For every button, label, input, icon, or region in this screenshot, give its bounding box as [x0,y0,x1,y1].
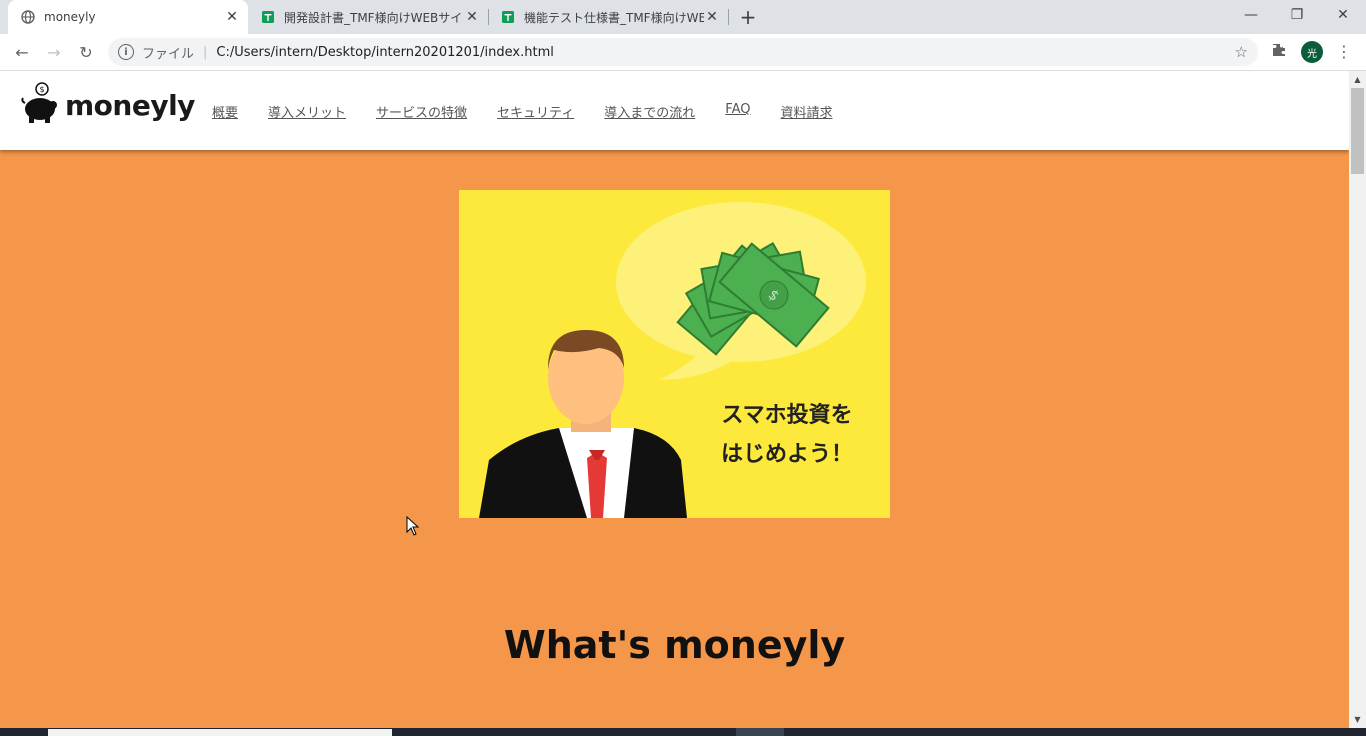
nav-link-benefits[interactable]: 導入メリット [268,102,346,121]
hero-image: $ スマホ投資を はじめよう！ [459,190,890,518]
svg-text:$: $ [39,85,44,94]
globe-icon [20,9,36,25]
tab-moneyly[interactable]: moneyly ✕ [8,0,248,34]
tab-title: moneyly [44,10,96,24]
hero-caption-line1: スマホ投資を [721,402,852,428]
extensions-icon[interactable] [1271,42,1287,62]
browser-tab-strip: moneyly ✕ 開発設計書_TMF様向けWEBサイト ✕ 機能テスト仕様書_… [0,0,1366,34]
scroll-down-arrow-icon[interactable]: ▼ [1349,711,1366,728]
nav-link-features[interactable]: サービスの特徴 [376,102,467,121]
close-icon[interactable]: ✕ [704,9,720,25]
reload-button[interactable]: ↻ [72,38,100,66]
nav-link-overview[interactable]: 概要 [212,102,238,121]
tab-title: 開発設計書_TMF様向けWEBサイト [284,10,464,25]
info-icon[interactable]: i [118,44,134,60]
tab-title: 機能テスト仕様書_TMF様向けWEB [524,10,704,25]
mouse-cursor-icon [406,515,420,540]
site-logo[interactable]: $ moneyly [21,81,195,129]
forward-button[interactable]: → [40,38,68,66]
piggy-bank-icon: $ [21,81,61,129]
os-taskbar [0,728,1366,736]
main-nav: 概要 導入メリット サービスの特徴 セキュリティ 導入までの流れ FAQ 資料請… [212,102,863,121]
sheets-icon [260,9,276,25]
minimize-button[interactable]: — [1228,0,1274,30]
sheets-icon [500,9,516,25]
divider: | [203,44,208,60]
window-close-button[interactable]: ✕ [1320,0,1366,30]
url-text[interactable]: C:/Users/intern/Desktop/intern20201201/i… [216,45,553,60]
close-icon[interactable]: ✕ [224,9,240,25]
close-icon[interactable]: ✕ [464,9,480,25]
page-scrollbar[interactable]: ▲ ▼ [1349,71,1366,728]
hero-caption-line2: はじめよう！ [721,442,853,467]
nav-link-security[interactable]: セキュリティ [497,102,574,121]
browser-toolbar: ← → ↻ i ファイル | C:/Users/intern/Desktop/i… [0,34,1366,71]
nav-link-faq[interactable]: FAQ [725,102,750,121]
back-button[interactable]: ← [8,38,36,66]
section-title: What's moneyly [503,623,846,667]
hero-illustration: $ スマホ投資を はじめよう！ [459,190,890,518]
bookmark-star-icon[interactable]: ☆ [1235,43,1248,61]
tab-test-spec[interactable]: 機能テスト仕様書_TMF様向けWEB ✕ [488,0,728,34]
file-scheme-label: ファイル [142,46,195,62]
restore-button[interactable]: ❐ [1274,0,1320,30]
scroll-up-arrow-icon[interactable]: ▲ [1349,71,1366,88]
nav-link-flow[interactable]: 導入までの流れ [604,102,695,121]
nav-link-request-docs[interactable]: 資料請求 [780,102,832,121]
tab-separator [728,9,729,25]
new-tab-button[interactable]: + [736,5,760,29]
taskbar-search[interactable] [48,729,392,736]
address-bar[interactable]: i ファイル | C:/Users/intern/Desktop/intern2… [108,38,1258,66]
tab-dev-design-doc[interactable]: 開発設計書_TMF様向けWEBサイト ✕ [248,0,488,34]
browser-menu-icon[interactable]: ⋮ [1336,44,1352,60]
site-header: $ moneyly 概要 導入メリット サービスの特徴 セキュリティ 導入までの… [0,71,1349,150]
scroll-thumb[interactable] [1351,88,1364,174]
page-viewport: $ moneyly 概要 導入メリット サービスの特徴 セキュリティ 導入までの… [0,71,1349,728]
taskbar-active-app[interactable] [736,728,784,736]
profile-avatar[interactable]: 光 [1301,41,1323,63]
logo-text: moneyly [65,88,195,122]
